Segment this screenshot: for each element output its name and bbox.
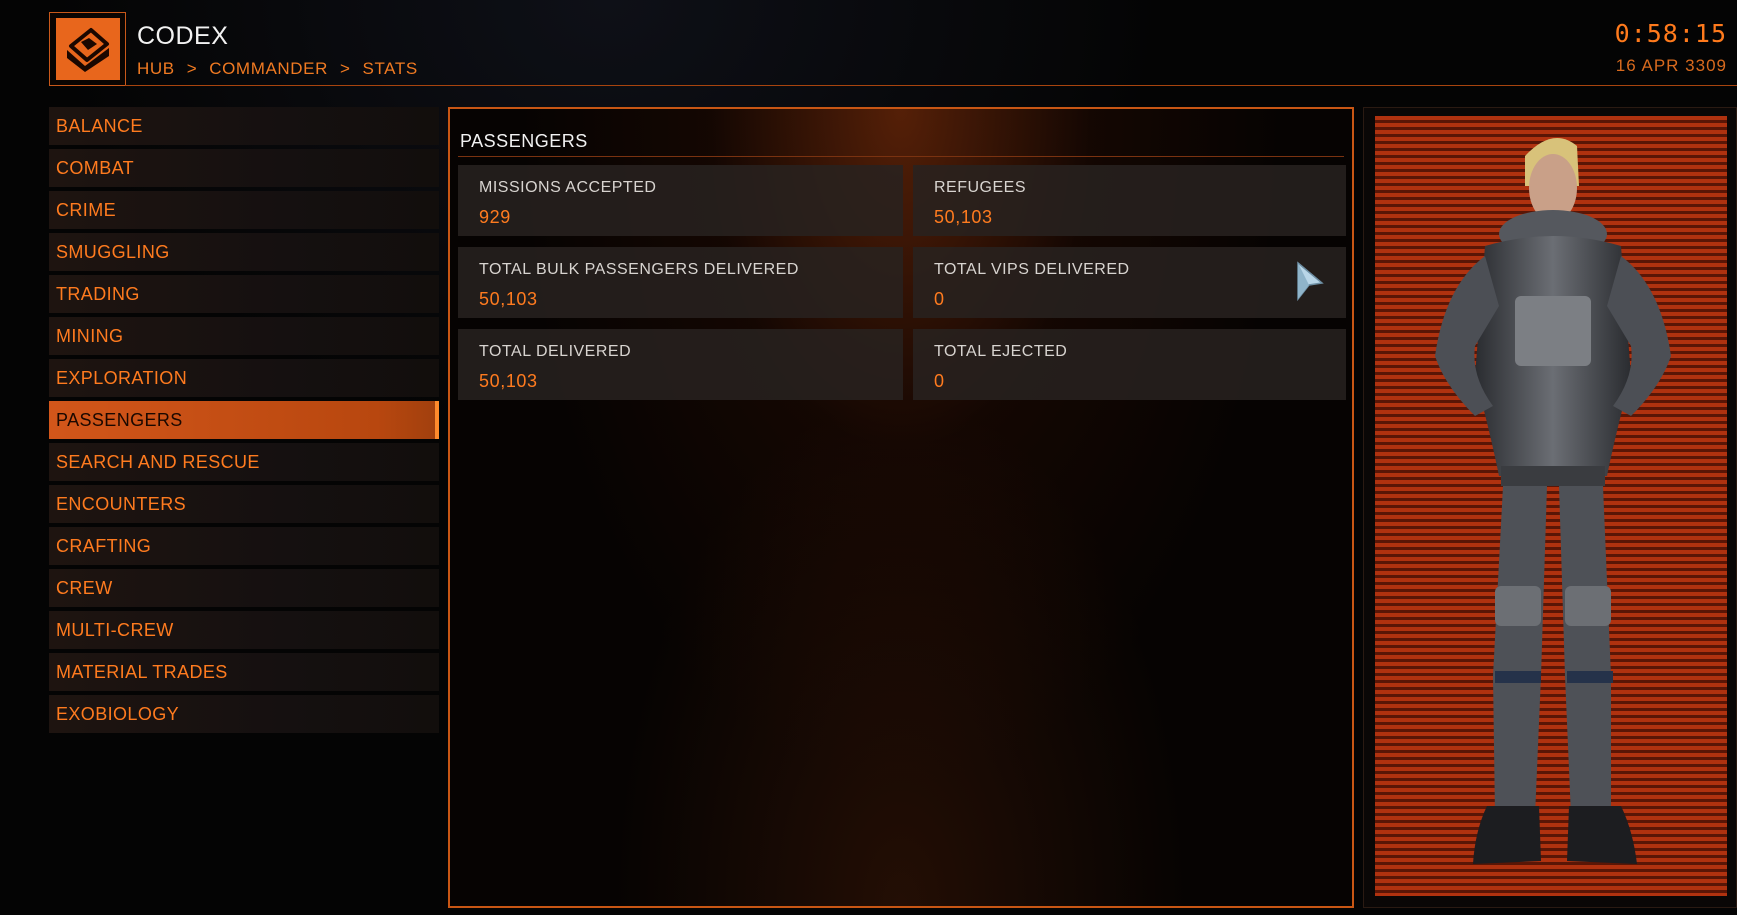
sidebar-item-label: CRIME <box>56 199 116 220</box>
sidebar-item-label: BALANCE <box>56 115 143 136</box>
breadcrumb: HUB > COMMANDER > STATS <box>137 59 418 79</box>
sidebar-item-label: SMUGGLING <box>56 241 170 262</box>
sidebar-item-exploration[interactable]: EXPLORATION <box>49 359 439 397</box>
breadcrumb-separator: > <box>186 59 198 78</box>
sidebar-item-label: COMBAT <box>56 157 135 178</box>
sidebar-item-label: CREW <box>56 577 113 598</box>
breadcrumb-hub[interactable]: HUB <box>137 59 175 79</box>
sidebar-item-label: MINING <box>56 325 124 346</box>
sidebar-item-exobiology[interactable]: EXOBIOLOGY <box>49 695 439 733</box>
sidebar-item-label: TRADING <box>56 283 140 304</box>
codex-logo <box>49 12 126 86</box>
codex-screen: CODEX HUB > COMMANDER > STATS 0:58:15 16… <box>0 0 1737 915</box>
sidebar-item-label: ENCOUNTERS <box>56 493 187 514</box>
sidebar-item-label: MULTI-CREW <box>56 619 174 640</box>
stat-value: 50,103 <box>479 289 538 309</box>
stat-label: TOTAL EJECTED <box>934 343 1068 360</box>
stat-card-total-delivered: TOTAL DELIVERED 50,103 <box>458 329 903 400</box>
stat-card-bulk-passengers-delivered: TOTAL BULK PASSENGERS DELIVERED 50,103 <box>458 247 903 318</box>
header-divider <box>125 85 1737 86</box>
stats-panel: PASSENGERS MISSIONS ACCEPTED 929 REFUGEE… <box>448 107 1354 908</box>
codex-book-icon <box>55 18 120 80</box>
stat-card-missions-accepted: MISSIONS ACCEPTED 929 <box>458 165 903 236</box>
breadcrumb-stats: STATS <box>362 59 418 78</box>
stat-label: TOTAL BULK PASSENGERS DELIVERED <box>479 261 799 278</box>
stat-value: 0 <box>934 371 945 391</box>
stat-value: 50,103 <box>479 371 538 391</box>
game-date: 16 APR 3309 <box>1615 56 1727 75</box>
stat-label: TOTAL VIPS DELIVERED <box>934 261 1130 278</box>
game-clock: 0:58:15 <box>1614 19 1727 48</box>
stat-value: 929 <box>479 207 511 227</box>
breadcrumb-separator: > <box>339 59 351 78</box>
sidebar-item-crew[interactable]: CREW <box>49 569 439 607</box>
sidebar-item-crime[interactable]: CRIME <box>49 191 439 229</box>
mouse-cursor-icon <box>1297 261 1324 301</box>
sidebar-item-smuggling[interactable]: SMUGGLING <box>49 233 439 271</box>
sidebar-item-label: MATERIAL TRADES <box>56 661 228 682</box>
sidebar-item-combat[interactable]: COMBAT <box>49 149 439 187</box>
stats-category-sidebar: BALANCE COMBAT CRIME SMUGGLING TRADING M… <box>49 107 439 737</box>
stat-card-vips-delivered: TOTAL VIPS DELIVERED 0 <box>913 247 1346 318</box>
stat-value: 50,103 <box>934 207 993 227</box>
breadcrumb-commander[interactable]: COMMANDER <box>209 59 328 79</box>
sidebar-item-label: CRAFTING <box>56 535 152 556</box>
header: CODEX HUB > COMMANDER > STATS 0:58:15 16… <box>0 0 1737 90</box>
stat-card-total-ejected: TOTAL EJECTED 0 <box>913 329 1346 400</box>
sidebar-item-trading[interactable]: TRADING <box>49 275 439 313</box>
sidebar-item-passengers[interactable]: PASSENGERS <box>49 401 439 439</box>
sidebar-item-label: PASSENGERS <box>56 409 183 430</box>
page-title: CODEX <box>137 22 229 50</box>
portrait-background <box>1375 116 1727 896</box>
sidebar-item-material-trades[interactable]: MATERIAL TRADES <box>49 653 439 691</box>
sidebar-item-crafting[interactable]: CRAFTING <box>49 527 439 565</box>
sidebar-item-encounters[interactable]: ENCOUNTERS <box>49 485 439 523</box>
stat-label: MISSIONS ACCEPTED <box>479 179 657 196</box>
panel-title-divider <box>458 156 1344 157</box>
stat-card-refugees: REFUGEES 50,103 <box>913 165 1346 236</box>
commander-avatar <box>1435 138 1671 864</box>
sidebar-item-label: EXPLORATION <box>56 367 188 388</box>
stat-label: REFUGEES <box>934 179 1027 196</box>
sidebar-item-balance[interactable]: BALANCE <box>49 107 439 145</box>
commander-portrait-frame <box>1363 107 1737 908</box>
sidebar-item-search-and-rescue[interactable]: SEARCH AND RESCUE <box>49 443 439 481</box>
sidebar-item-mining[interactable]: MINING <box>49 317 439 355</box>
sidebar-item-label: EXOBIOLOGY <box>56 703 180 724</box>
stats-grid: MISSIONS ACCEPTED 929 REFUGEES 50,103 TO… <box>458 165 1346 400</box>
stat-value: 0 <box>934 289 945 309</box>
sidebar-item-multi-crew[interactable]: MULTI-CREW <box>49 611 439 649</box>
stat-label: TOTAL DELIVERED <box>479 343 632 360</box>
panel-title: PASSENGERS <box>460 131 588 151</box>
sidebar-item-label: SEARCH AND RESCUE <box>56 451 260 472</box>
